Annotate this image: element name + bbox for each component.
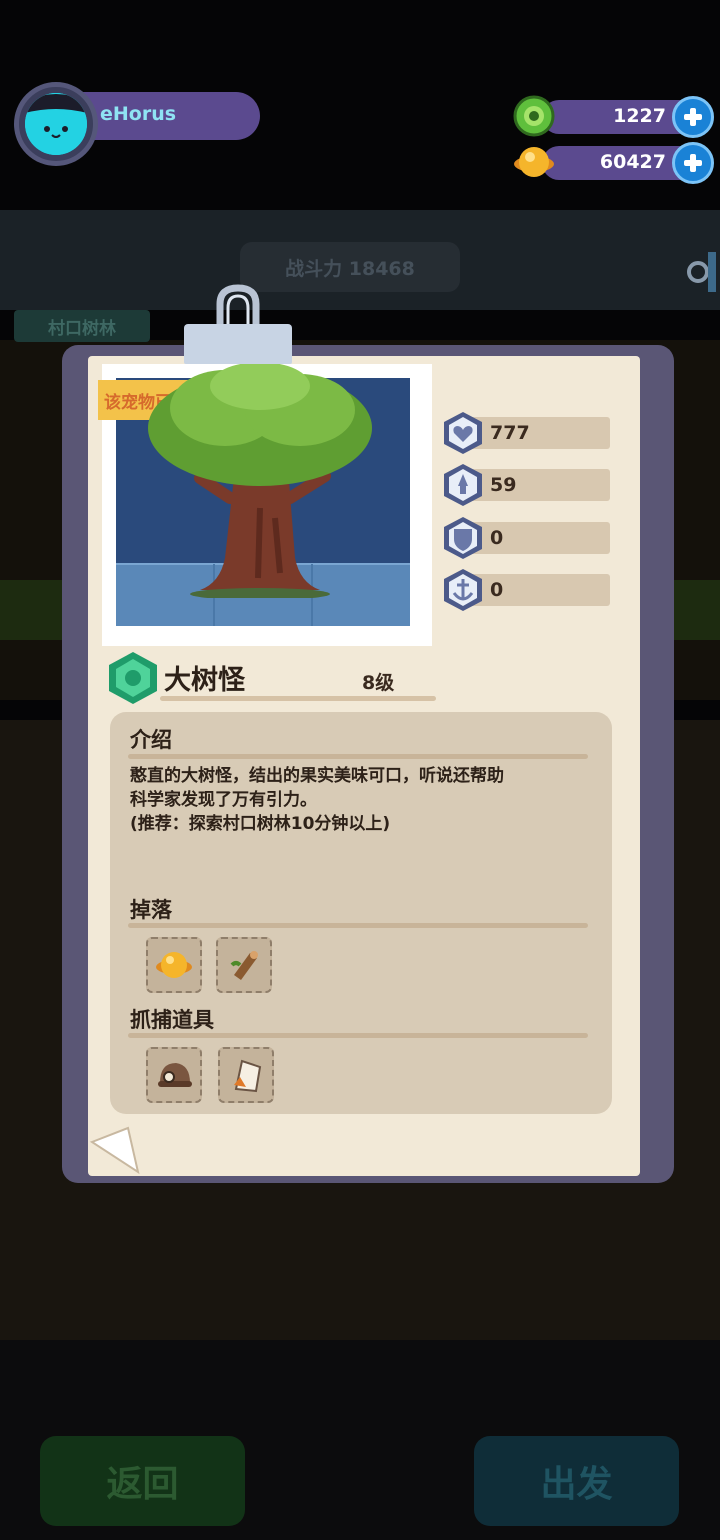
stat-hp: 777	[440, 408, 612, 454]
pet-name: 大树怪	[164, 665, 245, 696]
attack-icon	[444, 464, 482, 506]
coin-currency: 60427	[512, 142, 716, 184]
wood-log-icon	[230, 951, 258, 980]
shield-icon	[444, 517, 482, 559]
area-tag: 村口树林	[14, 310, 150, 342]
plus-icon	[684, 108, 702, 126]
pet-name-row: 大树怪 8级	[106, 650, 436, 706]
username: eHorus	[100, 103, 177, 125]
add-gem-button[interactable]	[672, 96, 714, 138]
drop-slot-coin[interactable]	[146, 937, 202, 993]
gem-currency: 1227	[512, 95, 716, 138]
stat-attack: 59	[440, 460, 612, 506]
gold-coin-icon	[156, 952, 192, 978]
back-button[interactable]: 返回	[40, 1436, 245, 1526]
page-corner-fold	[89, 1126, 140, 1175]
capture-slot-bag[interactable]	[218, 1047, 274, 1103]
depart-button[interactable]: 出发	[474, 1436, 679, 1526]
heart-icon	[444, 412, 482, 454]
drop-slot-wood[interactable]	[216, 937, 272, 993]
binder-clip	[184, 284, 294, 374]
avatar[interactable]	[25, 93, 87, 155]
plus-icon	[684, 154, 702, 172]
cat-face-icon	[25, 93, 87, 155]
share-icon[interactable]	[686, 252, 716, 292]
player-profile[interactable]: eHorus	[12, 82, 260, 168]
tree-monster-sprite	[148, 362, 372, 598]
green-gem-icon	[513, 95, 555, 137]
intro-title: 介绍	[130, 728, 172, 752]
coin-amount: 60427	[599, 151, 666, 173]
drops-title: 掉落	[130, 898, 172, 922]
gold-coin-icon	[514, 147, 554, 177]
stat-anchor: 0	[440, 565, 612, 611]
add-coin-button[interactable]	[672, 142, 714, 184]
paper-bag-icon	[234, 1059, 262, 1093]
anchor-icon	[444, 569, 482, 611]
capture-slot-helmet[interactable]	[146, 1047, 202, 1103]
info-panel: 介绍 憨直的大树怪，结出的果实美味可口，听说还帮助 科学家发现了万有引力。 (推…	[110, 712, 612, 1114]
rarity-gem-icon	[109, 652, 157, 704]
gem-amount: 1227	[613, 105, 666, 127]
pet-level: 8级	[362, 672, 395, 694]
helmet-icon	[158, 1063, 192, 1087]
capture-items-title: 抓捕道具	[130, 1008, 214, 1032]
stat-defense: 0	[440, 513, 612, 559]
intro-text: 憨直的大树怪，结出的果实美味可口，听说还帮助 科学家发现了万有引力。 (推荐：探…	[130, 766, 504, 834]
